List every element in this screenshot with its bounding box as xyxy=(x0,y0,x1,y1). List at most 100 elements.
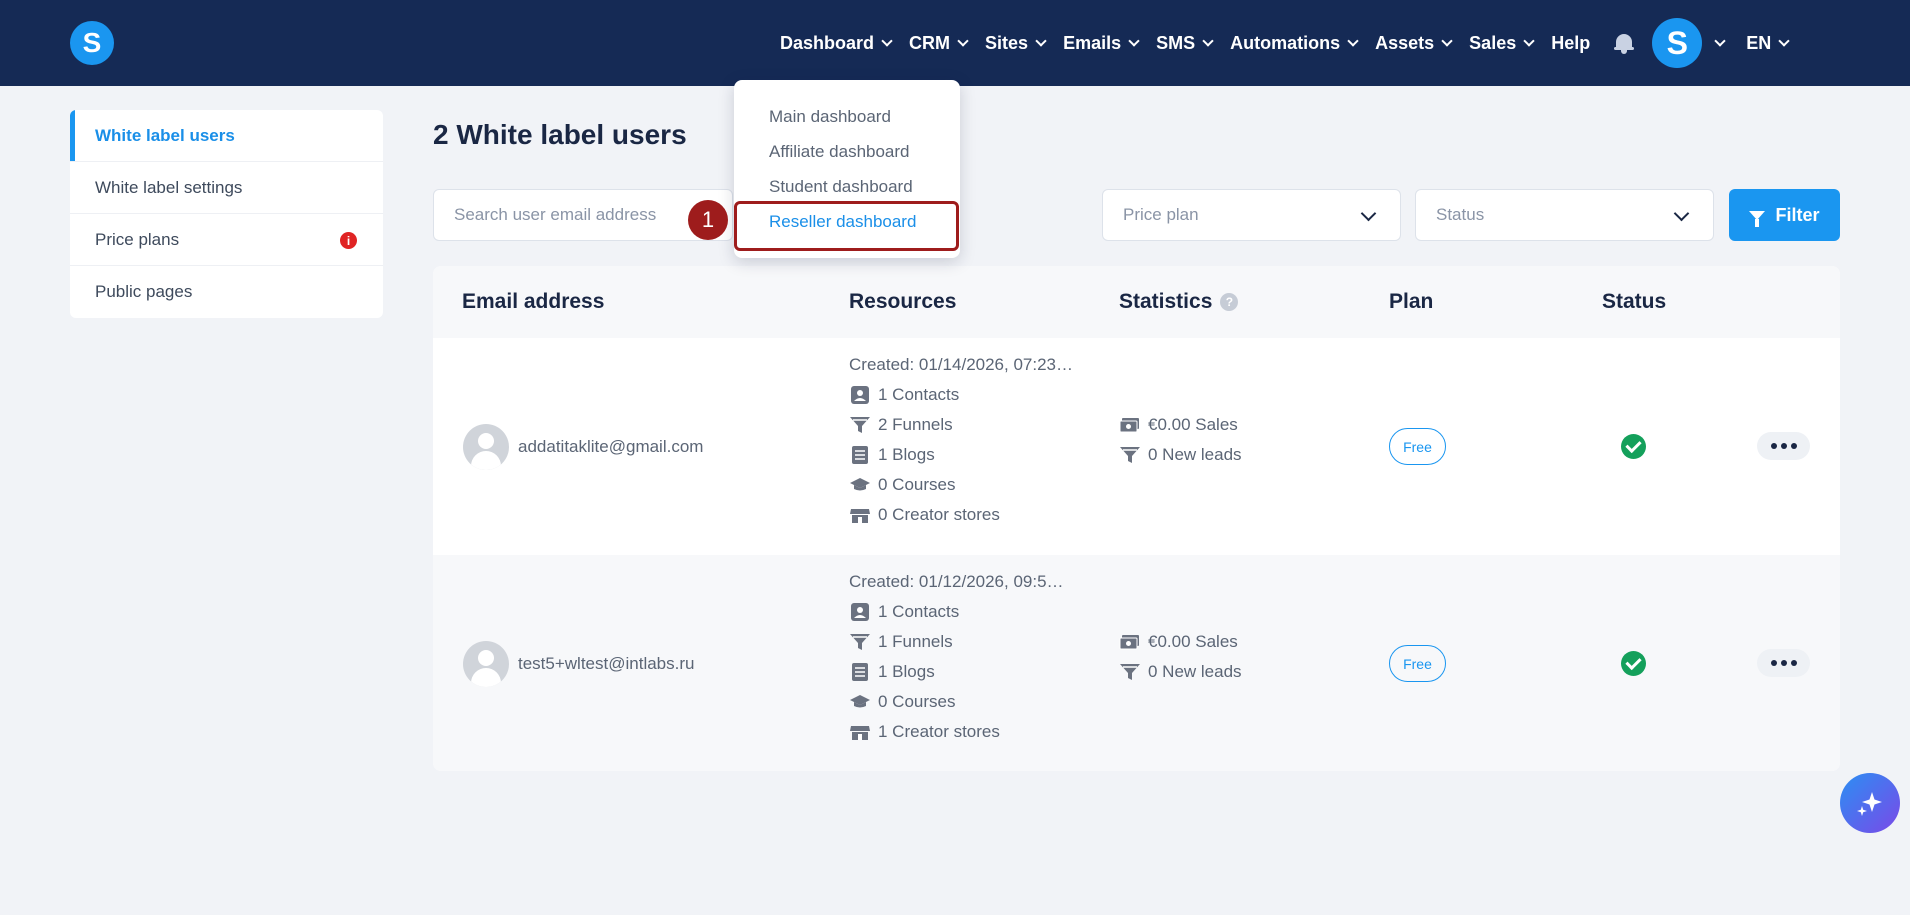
resources-list: Created: 01/12/2026, 09:5… 1 Contacts 1 … xyxy=(849,567,1064,747)
info-icon: i xyxy=(340,232,357,249)
help-icon[interactable]: ? xyxy=(1220,293,1239,311)
menu-item-affiliate-dashboard[interactable]: Affiliate dashboard xyxy=(769,142,910,162)
highlight-box xyxy=(734,201,959,251)
table-row: addatitaklite@gmail.com Created: 01/14/2… xyxy=(433,338,1840,555)
funnel-icon xyxy=(850,634,870,650)
user-email: test5+wltest@intlabs.ru xyxy=(518,654,695,673)
bell-icon[interactable] xyxy=(1614,32,1635,54)
statistics-label: Statistics xyxy=(1119,290,1213,313)
contacts-label: 1 Contacts xyxy=(878,385,960,404)
nav-automations[interactable]: Automations xyxy=(1230,33,1359,54)
step-number-badge: 1 xyxy=(688,200,728,240)
nav-assets-label: Assets xyxy=(1375,32,1435,53)
chevron-down-icon[interactable] xyxy=(1714,34,1726,47)
funnels-count: 1 Funnels xyxy=(849,627,1064,657)
sidebar-item-label: Public pages xyxy=(95,282,193,301)
funnels-count: 2 Funnels xyxy=(849,410,1073,440)
nav-crm[interactable]: CRM xyxy=(909,32,969,54)
chevron-down-icon xyxy=(1673,205,1690,222)
filter-button[interactable]: Filter xyxy=(1729,189,1840,241)
stores-count: 1 Creator stores xyxy=(849,717,1064,747)
row-actions-button[interactable] xyxy=(1757,649,1810,677)
funnel-icon xyxy=(1120,447,1140,463)
filter-label: Filter xyxy=(1775,204,1820,225)
graduation-cap-icon xyxy=(850,695,870,708)
sidebar-item-label: White label settings xyxy=(95,177,243,197)
user-avatar[interactable]: S xyxy=(1652,18,1703,68)
column-header-email: Email address xyxy=(462,290,605,313)
nav-crm-label: CRM xyxy=(909,32,951,53)
top-navigation-bar: S Dashboard CRM Sites Emails SMS Automat… xyxy=(0,0,1910,86)
store-icon xyxy=(850,509,870,523)
column-header-plan: Plan xyxy=(1389,290,1434,313)
menu-item-main-dashboard[interactable]: Main dashboard xyxy=(769,107,891,127)
filter-icon xyxy=(1749,210,1766,227)
ai-assistant-button[interactable] xyxy=(1840,773,1900,833)
created-date: Created: 01/12/2026, 09:5… xyxy=(849,572,1064,591)
statistics-list: €0.00 Sales 0 New leads xyxy=(1119,627,1242,687)
blogs-count: 1 Blogs xyxy=(849,657,1064,687)
graduation-cap-icon xyxy=(850,478,870,491)
sales-label: €0.00 Sales xyxy=(1148,632,1238,651)
nav-sms-label: SMS xyxy=(1156,32,1196,53)
contacts-count: 1 Contacts xyxy=(849,597,1064,627)
nav-assets[interactable]: Assets xyxy=(1375,32,1453,54)
nav-emails[interactable]: Emails xyxy=(1063,32,1140,54)
sparkle-icon xyxy=(1857,792,1882,816)
plan-badge: Free xyxy=(1389,645,1446,682)
chevron-down-icon xyxy=(1441,34,1453,47)
status-select[interactable]: Status xyxy=(1415,189,1714,241)
nav-sites-label: Sites xyxy=(985,32,1029,53)
main-nav: Dashboard CRM Sites Emails SMS Automatio… xyxy=(780,0,1910,86)
nav-sms[interactable]: SMS xyxy=(1156,32,1214,54)
sidebar-item-public-pages[interactable]: Public pages xyxy=(70,266,383,318)
nav-help[interactable]: Help xyxy=(1551,33,1590,54)
nav-dashboard[interactable]: Dashboard xyxy=(780,33,893,54)
row-actions-button[interactable] xyxy=(1757,432,1810,460)
nav-sites[interactable]: Sites xyxy=(985,32,1047,54)
blogs-label: 1 Blogs xyxy=(878,445,935,464)
leads-stat: 0 New leads xyxy=(1119,657,1242,687)
brand-logo[interactable]: S xyxy=(70,21,114,65)
blog-icon xyxy=(852,446,868,464)
contacts-icon xyxy=(851,386,869,404)
chevron-down-icon xyxy=(1778,34,1790,47)
nav-sales-label: Sales xyxy=(1469,32,1517,53)
language-label: EN xyxy=(1746,32,1772,53)
nav-sales[interactable]: Sales xyxy=(1469,32,1535,54)
sidebar-item-price-plans[interactable]: Price plans i xyxy=(70,214,383,266)
funnels-label: 1 Funnels xyxy=(878,632,953,651)
stores-label: 0 Creator stores xyxy=(878,505,1000,524)
menu-item-student-dashboard[interactable]: Student dashboard xyxy=(769,177,913,197)
chevron-down-icon xyxy=(1035,34,1047,47)
money-icon xyxy=(1119,418,1139,433)
blogs-label: 1 Blogs xyxy=(878,662,935,681)
price-plan-select[interactable]: Price plan xyxy=(1102,189,1401,241)
price-plan-placeholder: Price plan xyxy=(1123,205,1199,224)
store-icon xyxy=(850,726,870,740)
leads-stat: 0 New leads xyxy=(1119,440,1242,470)
settings-sidebar: White label users White label settings P… xyxy=(70,110,383,318)
plan-badge: Free xyxy=(1389,428,1446,465)
column-header-status: Status xyxy=(1602,290,1667,313)
user-avatar-placeholder xyxy=(463,641,509,687)
language-selector[interactable]: EN xyxy=(1746,32,1790,54)
chevron-down-icon xyxy=(1360,205,1377,222)
column-header-resources: Resources xyxy=(849,290,957,313)
courses-count: 0 Courses xyxy=(849,470,1073,500)
sidebar-item-white-label-users[interactable]: White label users xyxy=(70,110,383,162)
sales-stat: €0.00 Sales xyxy=(1119,410,1242,440)
contacts-label: 1 Contacts xyxy=(878,602,960,621)
nav-emails-label: Emails xyxy=(1063,32,1122,53)
resources-list: Created: 01/14/2026, 07:23… 1 Contacts 2… xyxy=(849,350,1073,530)
chevron-down-icon xyxy=(1347,34,1359,47)
funnel-icon xyxy=(850,417,870,433)
funnels-label: 2 Funnels xyxy=(878,415,953,434)
sidebar-item-white-label-settings[interactable]: White label settings xyxy=(70,162,383,214)
sales-stat: €0.00 Sales xyxy=(1119,627,1242,657)
contacts-count: 1 Contacts xyxy=(849,380,1073,410)
sales-label: €0.00 Sales xyxy=(1148,415,1238,434)
leads-label: 0 New leads xyxy=(1148,662,1242,681)
courses-count: 0 Courses xyxy=(849,687,1064,717)
contacts-icon xyxy=(851,603,869,621)
